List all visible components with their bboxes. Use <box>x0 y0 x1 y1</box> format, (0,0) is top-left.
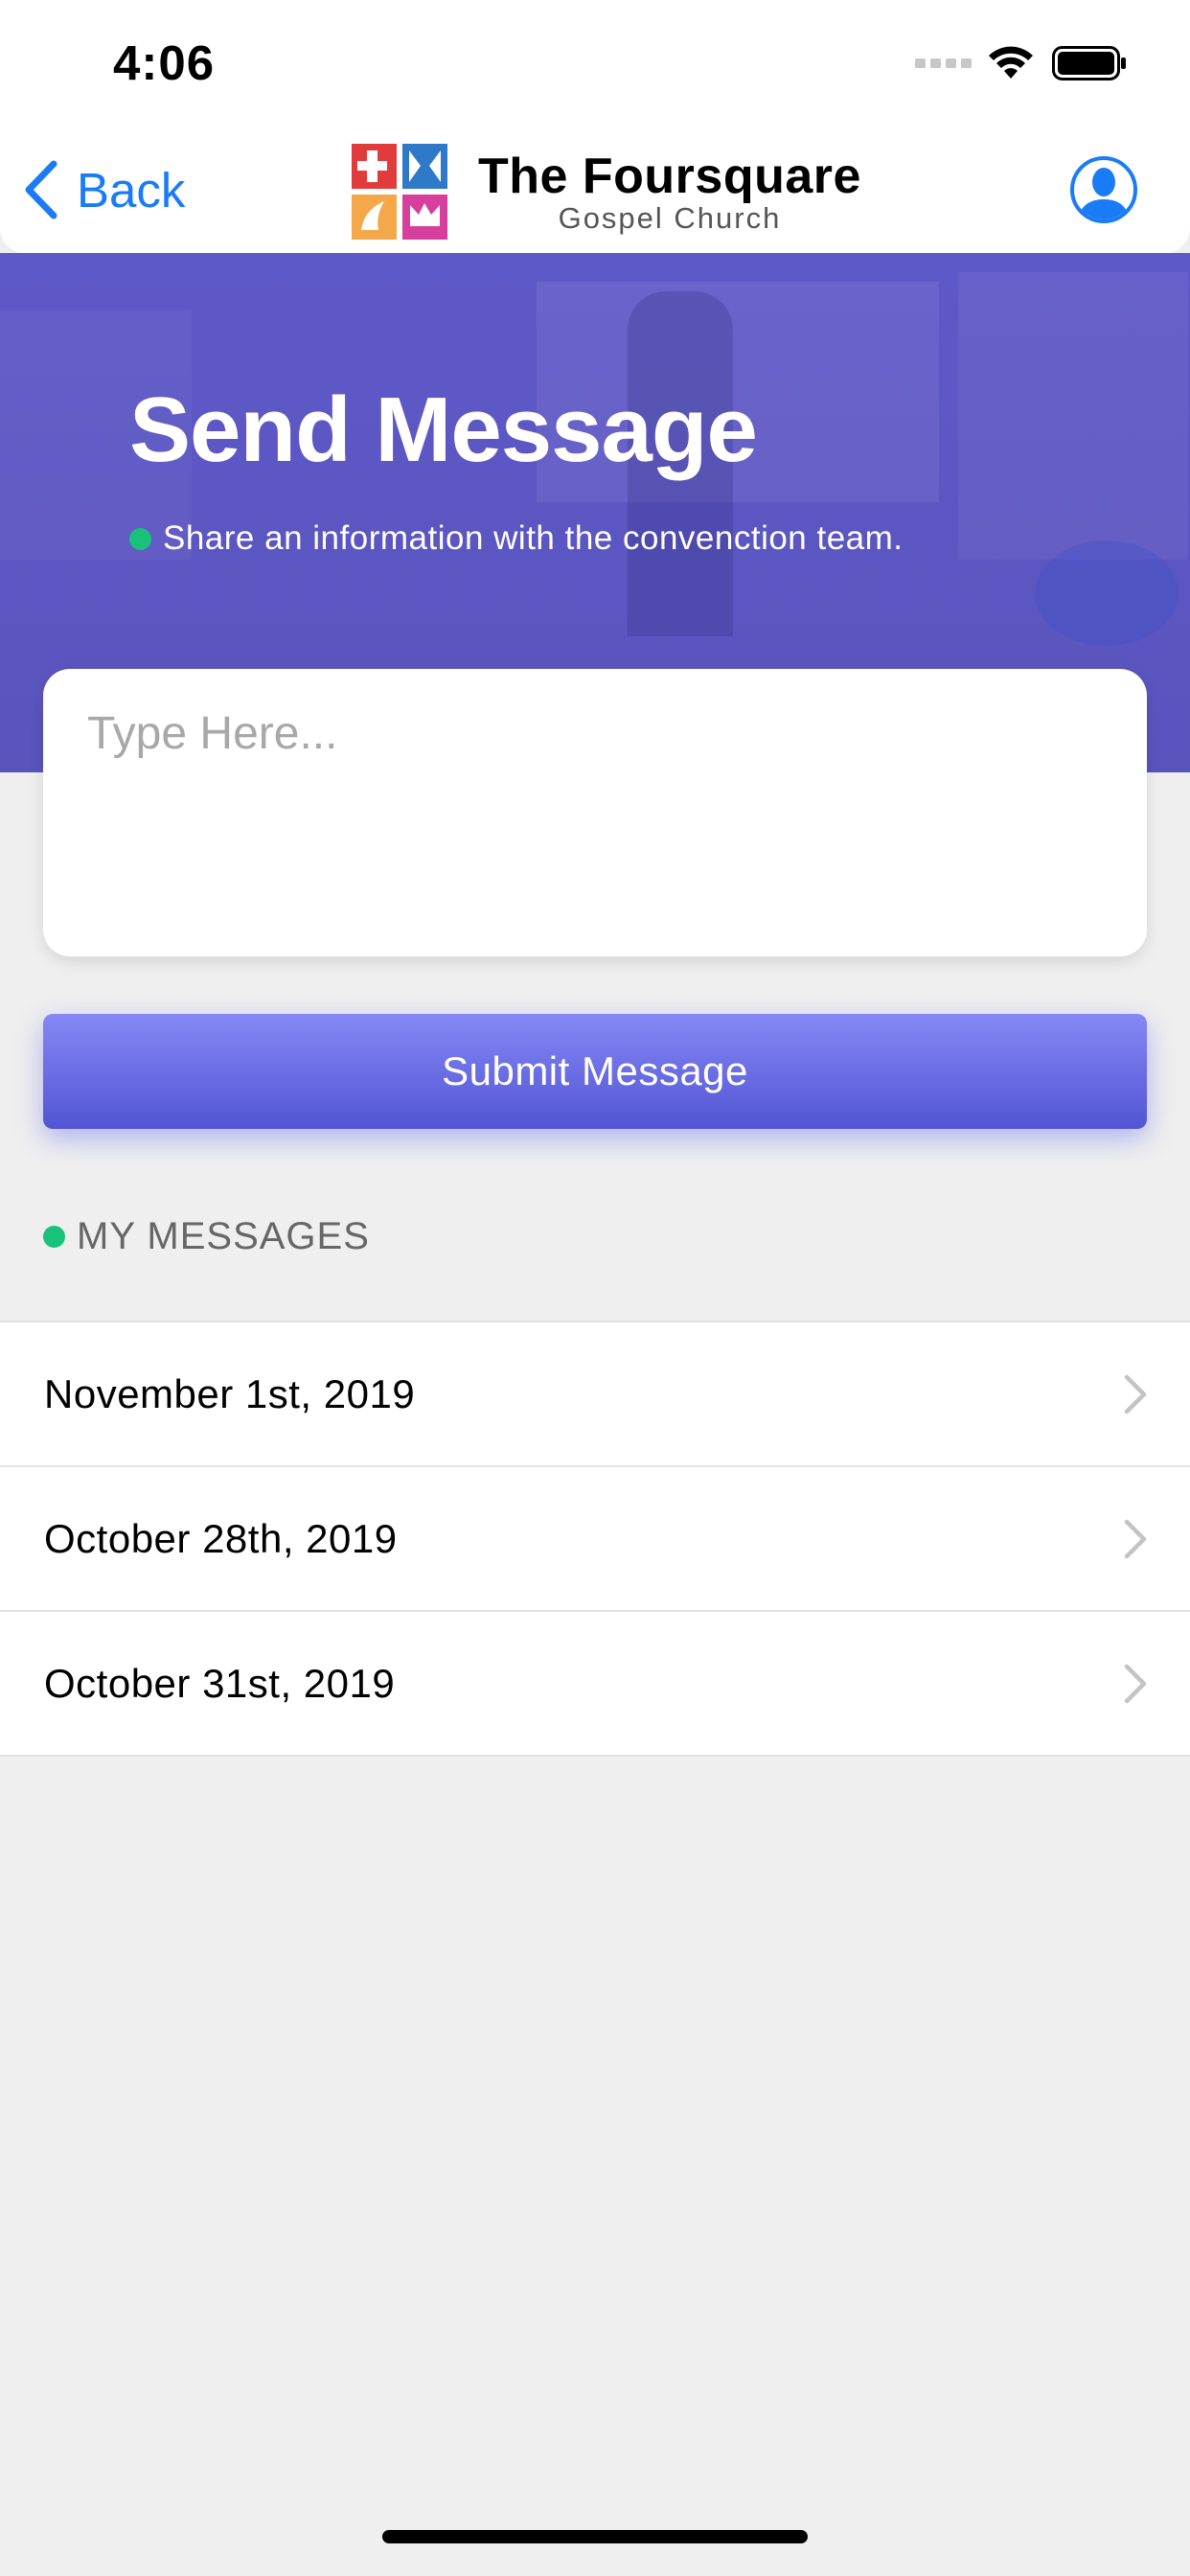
chevron-right-icon <box>1124 1374 1147 1414</box>
brand-title: The Foursquare <box>478 149 861 204</box>
back-label: Back <box>77 162 186 218</box>
list-item[interactable]: November 1st, 2019 <box>0 1322 1190 1467</box>
page-subtitle-text: Share an information with the convenctio… <box>163 519 904 557</box>
brand-text: The Foursquare Gospel Church <box>478 150 861 234</box>
messages-list: November 1st, 2019 October 28th, 2019 Oc… <box>0 1321 1190 1757</box>
message-input[interactable] <box>43 669 1147 956</box>
chevron-right-icon <box>1124 1664 1147 1703</box>
wifi-icon <box>989 46 1033 79</box>
message-date-label: November 1st, 2019 <box>44 1370 416 1416</box>
cellular-signal-icon <box>915 58 972 68</box>
page-subtitle: Share an information with the convenctio… <box>129 519 904 558</box>
green-dot-icon <box>129 527 151 550</box>
navigation-bar: Back The Foursquare Gospel Church <box>0 126 1190 253</box>
back-button[interactable]: Back <box>21 153 185 226</box>
church-logo <box>352 144 447 240</box>
battery-icon <box>1052 46 1126 80</box>
message-date-label: October 28th, 2019 <box>44 1515 398 1561</box>
list-item[interactable]: October 28th, 2019 <box>0 1467 1190 1612</box>
my-messages-header: MY MESSAGES <box>43 1215 370 1258</box>
list-item[interactable]: October 31st, 2019 <box>0 1612 1190 1755</box>
page-title: Send Message <box>129 379 758 481</box>
green-dot-icon <box>43 1226 65 1248</box>
chevron-left-icon <box>25 160 57 219</box>
message-card <box>43 669 1147 956</box>
chevron-right-icon <box>1124 1519 1147 1558</box>
message-date-label: October 31st, 2019 <box>44 1660 396 1706</box>
submit-message-button[interactable]: Submit Message <box>43 1014 1147 1129</box>
brand-subtitle: Gospel Church <box>558 201 782 235</box>
user-profile-icon[interactable] <box>1069 155 1138 224</box>
my-messages-header-text: MY MESSAGES <box>77 1215 370 1257</box>
home-indicator <box>382 2530 808 2543</box>
status-time: 4:06 <box>113 35 216 90</box>
brand-header: The Foursquare Gospel Church <box>350 138 861 245</box>
status-bar: 4:06 <box>0 0 1190 126</box>
